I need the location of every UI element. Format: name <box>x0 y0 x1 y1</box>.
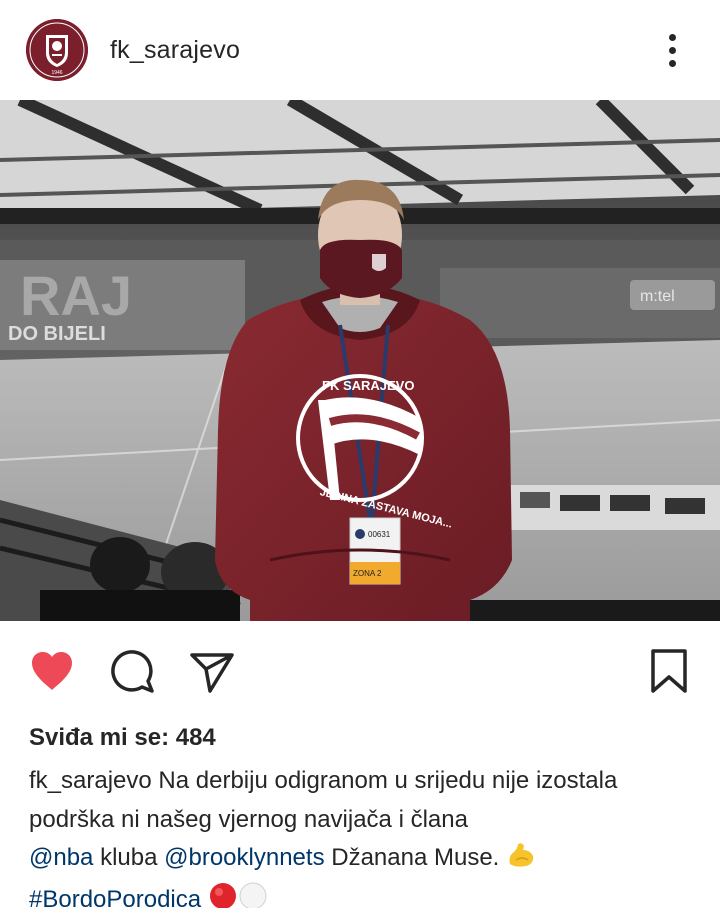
likes-count[interactable]: Sviđa mi se: 484 <box>29 724 216 752</box>
likes-number: 484 <box>175 724 216 751</box>
caption-text-2: kluba <box>100 844 158 871</box>
post-username[interactable]: fk_sarajevo <box>110 36 240 65</box>
svg-text:RAJ: RAJ <box>20 264 132 327</box>
red-circle-emoji <box>208 882 238 908</box>
svg-text:DO BIJELI: DO BIJELI <box>8 323 106 345</box>
bookmark-icon[interactable] <box>645 647 693 695</box>
badge-zone: ZONA 2 <box>353 569 382 578</box>
svg-text:1946: 1946 <box>51 70 62 76</box>
more-vertical-icon[interactable] <box>660 30 684 70</box>
heart-filled-icon[interactable] <box>28 647 76 695</box>
send-icon[interactable] <box>188 647 236 695</box>
comment-icon[interactable] <box>108 647 156 695</box>
mention-brooklynnets[interactable]: @brooklynnets <box>164 844 324 871</box>
avatar[interactable]: 1946 <box>26 19 88 81</box>
hashtag-bordoporodica[interactable]: #BordoPorodica <box>29 886 201 908</box>
action-bar <box>0 621 720 717</box>
hoodie-text-top: FK SARAJEVO <box>322 378 414 393</box>
caption-text-3: Džanana Muse. <box>331 844 500 871</box>
fk-sarajevo-crest-icon: 1946 <box>26 19 88 81</box>
muscle-emoji <box>506 840 536 881</box>
likes-label: Sviđa mi se: <box>29 724 170 751</box>
caption-username[interactable]: fk_sarajevo <box>29 767 152 794</box>
mention-nba[interactable]: @nba <box>29 844 93 871</box>
white-circle-emoji <box>238 882 268 908</box>
post-caption: fk_sarajevo Na derbiju odigranom u srije… <box>29 762 709 908</box>
ad-board-text: m:tel <box>640 288 675 305</box>
post-photo[interactable]: RAJ DO BIJELI m:tel FK SARAJEVO JEDINA Z… <box>0 100 720 621</box>
badge-number: 00631 <box>368 530 391 539</box>
post-header: 1946 fk_sarajevo <box>0 0 720 100</box>
